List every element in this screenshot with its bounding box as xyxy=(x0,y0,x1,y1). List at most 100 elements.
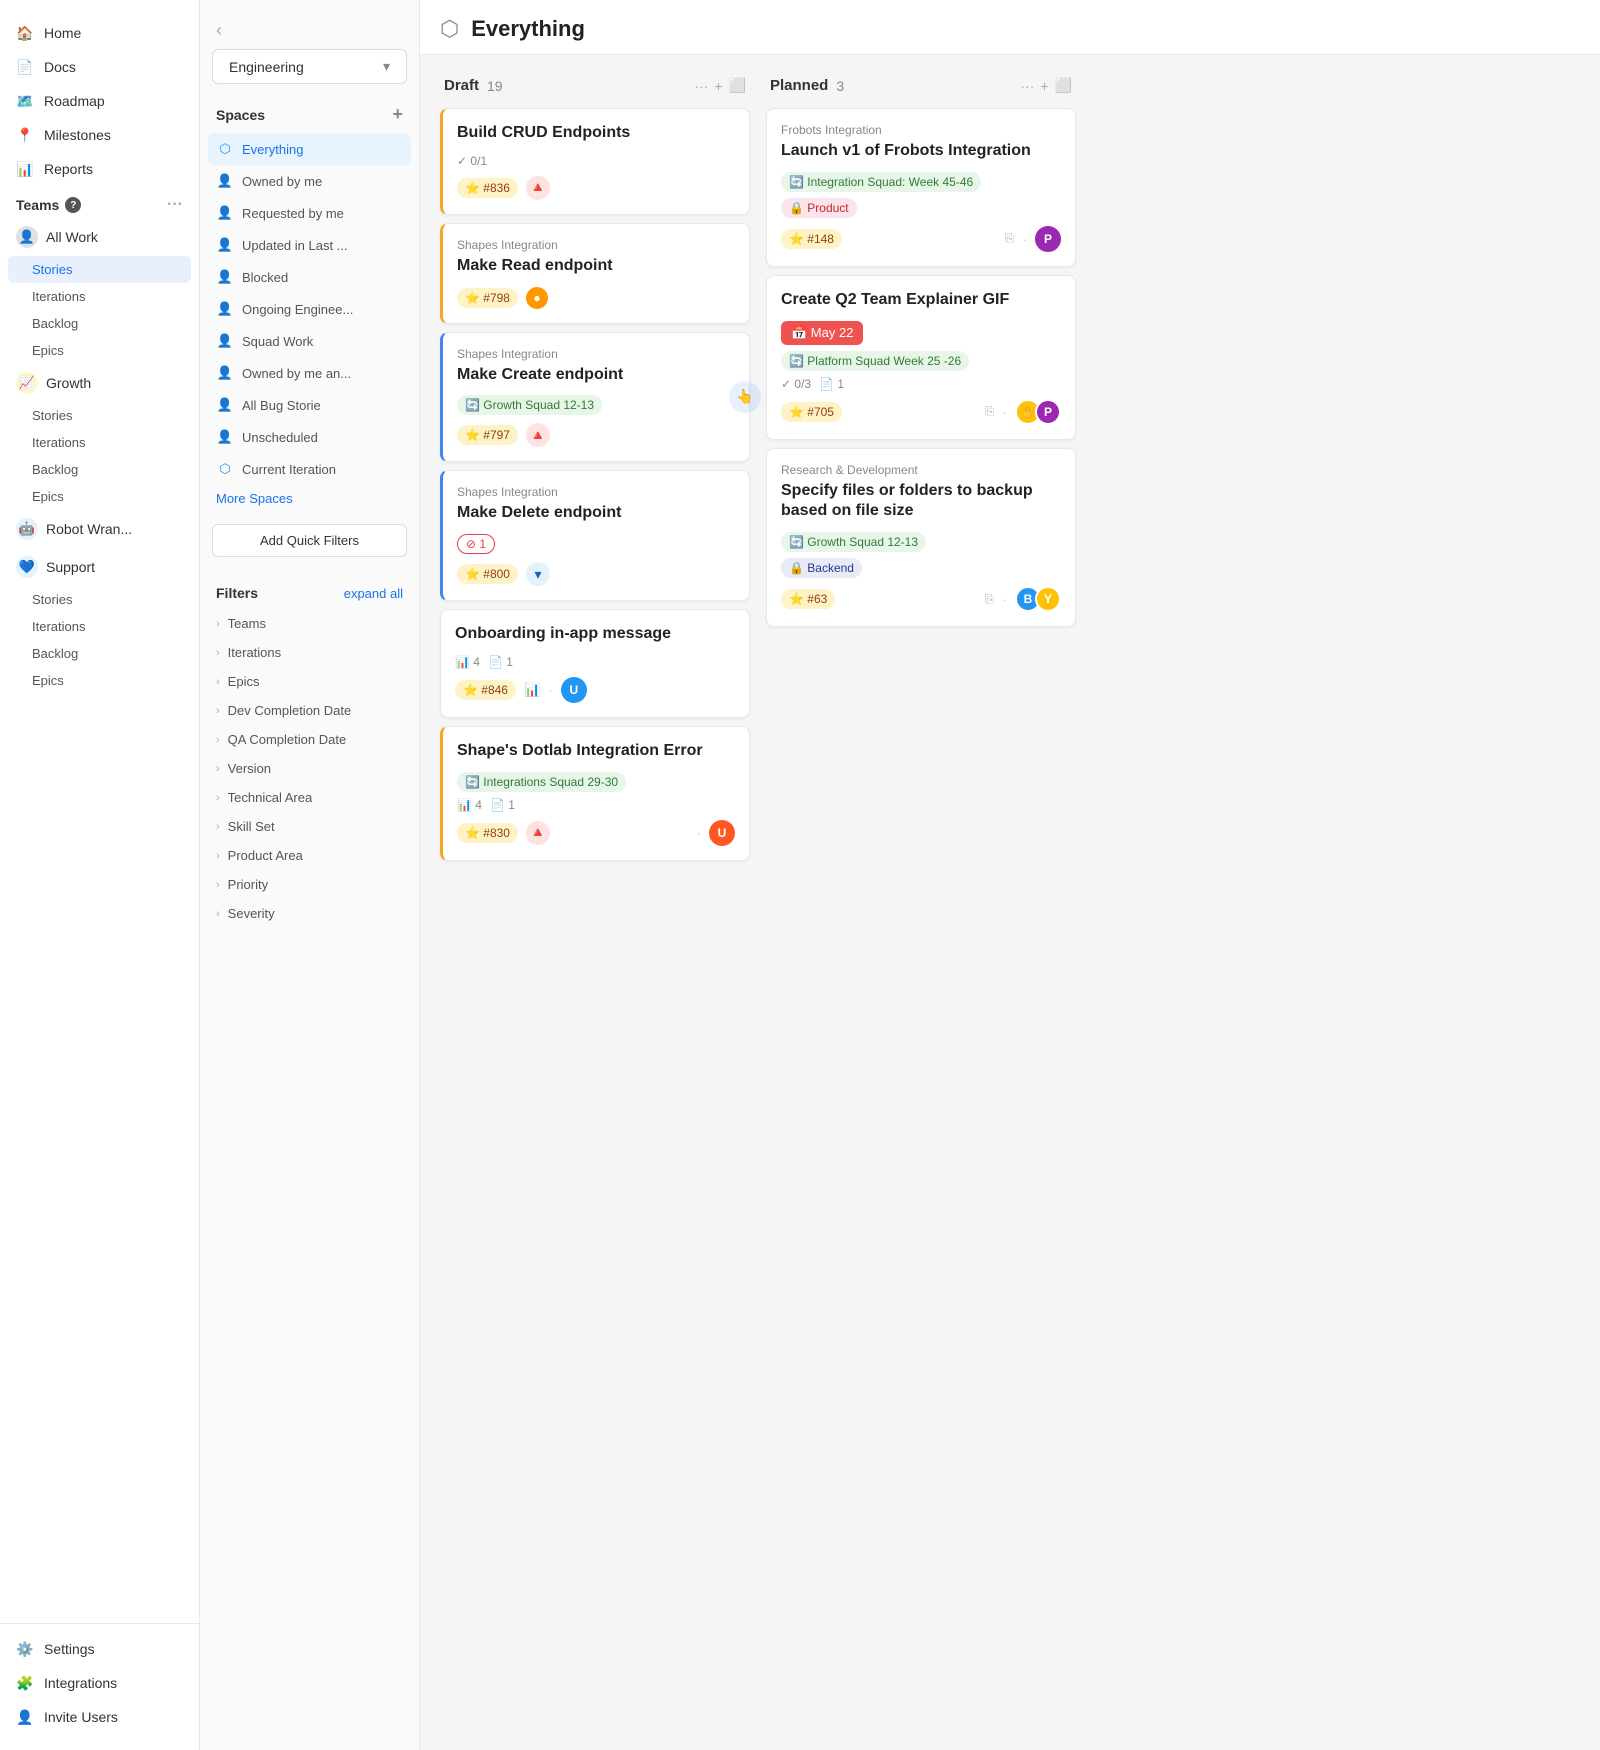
nav-home[interactable]: 🏠 Home xyxy=(0,16,199,50)
collapse-btn[interactable]: ‹ xyxy=(216,20,222,41)
nav-reports[interactable]: 📊 Reports xyxy=(0,152,199,186)
filter-teams[interactable]: › Teams xyxy=(200,609,419,638)
filter-dev-label: Dev Completion Date xyxy=(228,703,352,718)
requested-icon: 👤 xyxy=(216,204,234,222)
filter-priority[interactable]: › Priority xyxy=(200,870,419,899)
nav-docs[interactable]: 📄 Docs xyxy=(0,50,199,84)
space-requested-by-me[interactable]: 👤 Requested by me xyxy=(200,197,419,229)
sub-epics-growth[interactable]: Epics xyxy=(0,483,199,510)
integrations-label: Integrations xyxy=(44,1675,117,1691)
add-quick-filters-btn[interactable]: Add Quick Filters xyxy=(212,524,407,557)
space-blocked[interactable]: 👤 Blocked xyxy=(200,261,419,293)
card-make-create-priority: 🔺 xyxy=(526,423,550,447)
space-current-iteration[interactable]: ⬡ Current Iteration xyxy=(200,453,419,485)
card-build-crud-title: Build CRUD Endpoints xyxy=(457,123,735,144)
filter-product-area[interactable]: › Product Area xyxy=(200,841,419,870)
more-spaces-link[interactable]: More Spaces xyxy=(200,485,419,512)
nav-roadmap[interactable]: 🗺️ Roadmap xyxy=(0,84,199,118)
sub-stories-all[interactable]: Stories xyxy=(8,256,191,283)
team-all-work[interactable]: 👤 All Work xyxy=(0,218,199,256)
planned-view-icon[interactable]: ⬜ xyxy=(1055,77,1072,94)
filter-arrow-severity: › xyxy=(216,908,220,920)
planned-actions[interactable]: ··· + ⬜ xyxy=(1020,77,1072,94)
filter-epics-label: Epics xyxy=(228,674,260,689)
nav-milestones[interactable]: 📍 Milestones xyxy=(0,118,199,152)
expand-all-btn[interactable]: expand all xyxy=(344,586,403,601)
space-updated-in-last[interactable]: 👤 Updated in Last ... xyxy=(200,229,419,261)
card-q2-gif: Create Q2 Team Explainer GIF 📅 May 22 🔄 … xyxy=(766,275,1076,440)
space-owned-by-me[interactable]: 👤 Owned by me xyxy=(200,165,419,197)
sub-iterations-all[interactable]: Iterations xyxy=(0,283,199,310)
sub-stories-growth[interactable]: Stories xyxy=(0,402,199,429)
sub-backlog-support[interactable]: Backlog xyxy=(0,640,199,667)
space-ongoing-engineer[interactable]: 👤 Ongoing Enginee... xyxy=(200,293,419,325)
nav-integrations[interactable]: 🧩 Integrations xyxy=(0,1666,199,1700)
planned-more-icon[interactable]: ··· xyxy=(1020,78,1034,94)
team-growth[interactable]: 📈 Growth xyxy=(0,364,199,402)
spaces-header: Spaces + xyxy=(200,96,419,133)
filters-label: Filters xyxy=(216,585,258,601)
filter-iterations[interactable]: › Iterations xyxy=(200,638,419,667)
teams-dots[interactable]: ··· xyxy=(167,196,183,214)
requested-label: Requested by me xyxy=(242,206,344,221)
filter-version[interactable]: › Version xyxy=(200,754,419,783)
filter-dev-completion-date[interactable]: › Dev Completion Date xyxy=(200,696,419,725)
planned-add-icon[interactable]: + xyxy=(1040,78,1048,94)
filter-teams-label: Teams xyxy=(228,616,266,631)
draft-count: 19 xyxy=(487,78,503,94)
dot-sep-4: · xyxy=(1002,404,1007,420)
sub-iterations-support[interactable]: Iterations xyxy=(0,613,199,640)
sub-backlog-all[interactable]: Backlog xyxy=(0,310,199,337)
draft-more-icon[interactable]: ··· xyxy=(694,78,708,94)
all-work-label: All Work xyxy=(46,229,98,245)
sub-epics-all[interactable]: Epics xyxy=(0,337,199,364)
nav-invite[interactable]: 👤 Invite Users xyxy=(0,1700,199,1734)
card-make-create-label: Shapes Integration xyxy=(457,347,735,361)
team-support[interactable]: 💙 Support xyxy=(0,548,199,586)
filter-technical-area[interactable]: › Technical Area xyxy=(200,783,419,812)
draft-view-icon[interactable]: ⬜ xyxy=(729,77,746,94)
space-all-bug-storie[interactable]: 👤 All Bug Storie xyxy=(200,389,419,421)
space-squad-work[interactable]: 👤 Squad Work xyxy=(200,325,419,357)
filter-epics[interactable]: › Epics xyxy=(200,667,419,696)
draft-actions[interactable]: ··· + ⬜ xyxy=(694,77,746,94)
card-specify-files-backend: 🔒 Backend xyxy=(781,558,862,578)
board-area: Draft 19 ··· + ⬜ Build CRUD Endpoints ✓ … xyxy=(420,55,1600,1750)
blocked-icon: 👤 xyxy=(216,268,234,286)
card-onboarding-badge: ⭐ #846 xyxy=(455,680,516,700)
filter-product-label: Product Area xyxy=(228,848,303,863)
sub-stories-support[interactable]: Stories xyxy=(0,586,199,613)
engineering-dropdown[interactable]: Engineering ▾ xyxy=(212,49,407,84)
filter-severity[interactable]: › Severity xyxy=(200,899,419,928)
nav-settings[interactable]: ⚙️ Settings xyxy=(0,1632,199,1666)
filter-technical-label: Technical Area xyxy=(228,790,313,805)
space-unscheduled[interactable]: 👤 Unscheduled xyxy=(200,421,419,453)
team-robot[interactable]: 🤖 Robot Wran... xyxy=(0,510,199,548)
growth-icon: 📈 xyxy=(16,372,38,394)
add-space-btn[interactable]: + xyxy=(392,104,403,125)
filter-qa-completion-date[interactable]: › QA Completion Date xyxy=(200,725,419,754)
card-dotlab-iteration: 🔄 Integrations Squad 29-30 xyxy=(457,772,626,792)
sub-backlog-growth[interactable]: Backlog xyxy=(0,456,199,483)
current-iteration-label: Current Iteration xyxy=(242,462,336,477)
card-make-read-circle: ● xyxy=(526,287,548,309)
current-iteration-icon: ⬡ xyxy=(216,460,234,478)
card-build-crud-priority: 🔺 xyxy=(526,176,550,200)
filter-arrow-version: › xyxy=(216,763,220,775)
left-sidebar: 🏠 Home 📄 Docs 🗺️ Roadmap 📍 Milestones 📊 … xyxy=(0,0,200,1750)
space-everything[interactable]: ⬡ Everything xyxy=(208,133,411,165)
card-dotlab-title: Shape's Dotlab Integration Error xyxy=(457,741,735,762)
main-content: ⬡ Everything Draft 19 ··· + ⬜ Build CRUD… xyxy=(420,0,1600,1750)
space-owned-by-me-and[interactable]: 👤 Owned by me an... xyxy=(200,357,419,389)
card-frobots: Frobots Integration Launch v1 of Frobots… xyxy=(766,108,1076,267)
card-make-create-iteration: 🔄 Growth Squad 12-13 xyxy=(457,395,602,415)
sub-iterations-growth[interactable]: Iterations xyxy=(0,429,199,456)
filter-arrow-teams: › xyxy=(216,618,220,630)
unscheduled-icon: 👤 xyxy=(216,428,234,446)
card-specify-files-avatars: B Y xyxy=(1015,586,1061,612)
filter-arrow-priority: › xyxy=(216,879,220,891)
draft-add-icon[interactable]: + xyxy=(714,78,722,94)
filter-skill-set[interactable]: › Skill Set xyxy=(200,812,419,841)
sub-epics-support[interactable]: Epics xyxy=(0,667,199,694)
reports-icon: 📊 xyxy=(16,160,34,178)
